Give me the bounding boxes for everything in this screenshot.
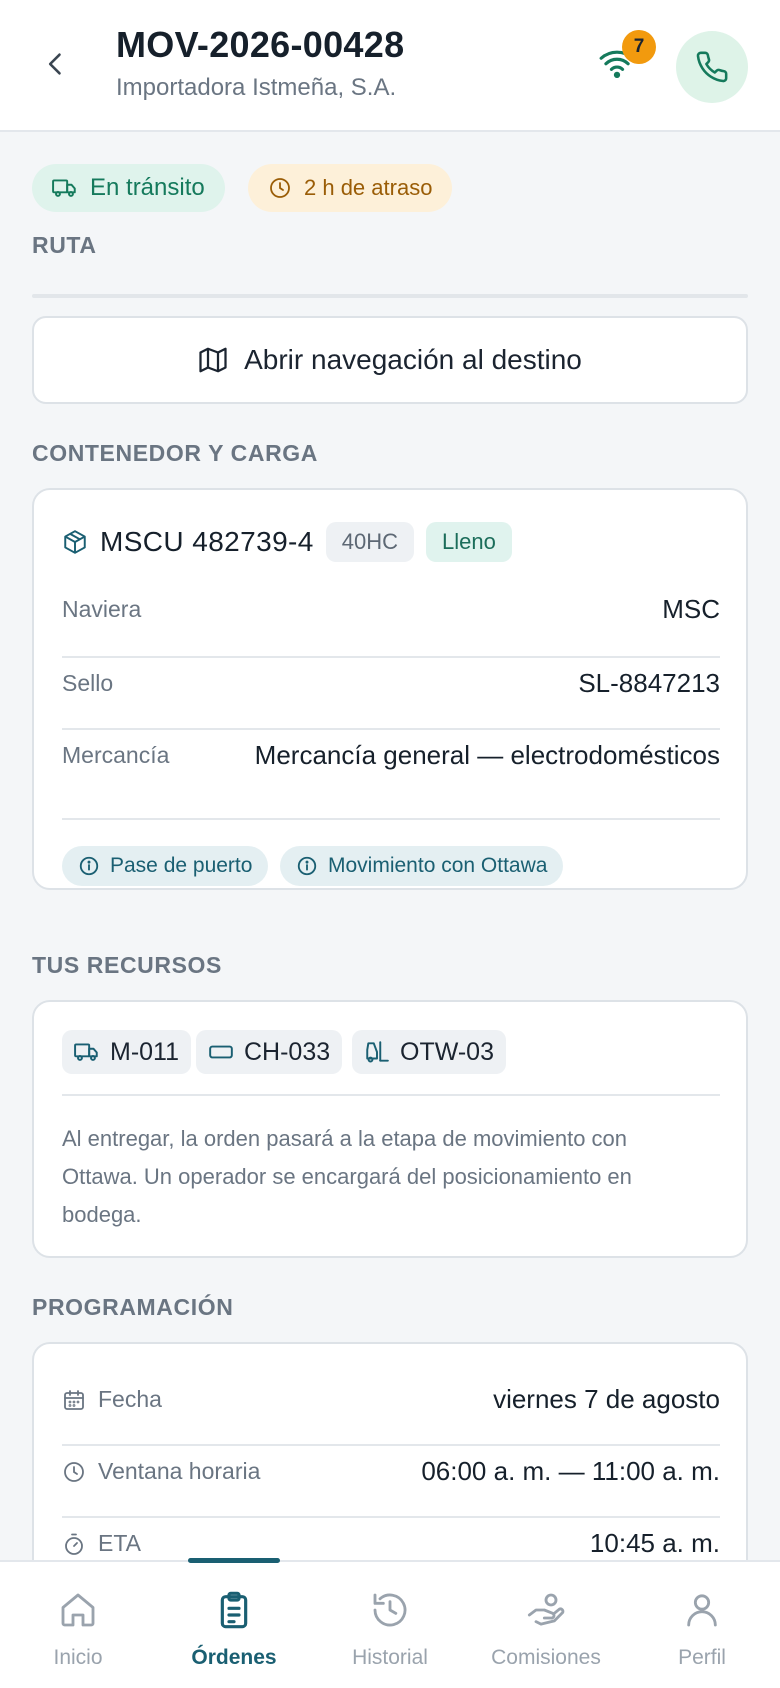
schedule-row-window: Ventana horaria 06:00 a. m. — 11:00 a. m…	[62, 1456, 720, 1487]
home-icon	[61, 1593, 95, 1627]
container-header: MSCU 482739-4 40HC Lleno	[62, 522, 512, 562]
detail-value: Mercancía general — electrodomésticos	[254, 740, 720, 770]
call-button[interactable]	[676, 31, 748, 103]
divider	[62, 1094, 720, 1096]
nav-label: Perfil	[678, 1646, 726, 1669]
nav-item-perfil[interactable]: Perfil	[624, 1562, 780, 1688]
chevron-left-icon	[48, 53, 61, 75]
section-title-resources: TUS RECURSOS	[32, 952, 222, 978]
divider	[62, 1516, 720, 1518]
status-transit-label: En tránsito	[90, 174, 205, 201]
status-delay-label: 2 h de atraso	[304, 175, 433, 200]
section-title-route: RUTA	[32, 232, 97, 258]
container-size-tag: 40HC	[325, 522, 415, 562]
nav-label: Comisiones	[491, 1646, 601, 1669]
nav-item-comisiones[interactable]: Comisiones	[468, 1562, 624, 1688]
divider	[62, 818, 720, 820]
status-badge-delay: 2 h de atraso	[248, 164, 453, 212]
chip-port-pass[interactable]: Pase de puerto	[62, 846, 269, 886]
detail-row-mercancia: Mercancía Mercancía general — electrodom…	[62, 740, 720, 771]
schedule-card: Fecha viernes 7 de agosto Ventana horari…	[32, 1342, 748, 1560]
resource-forklift: OTW-03	[352, 1030, 506, 1074]
calendar-icon	[64, 1389, 84, 1410]
history-icon	[373, 1593, 407, 1627]
box-icon	[64, 530, 86, 554]
bottom-navigation: Inicio Órdenes Historial Comisiones Perf…	[0, 1558, 780, 1688]
schedule-value: 06:00 a. m. — 11:00 a. m.	[421, 1456, 720, 1486]
chip-ottawa-movement[interactable]: Movimiento con Ottawa	[280, 846, 564, 886]
commission-icon	[527, 1593, 565, 1626]
client-name: Importadora Istmeña, S.A.	[116, 74, 397, 101]
detail-label: Sello	[62, 670, 114, 696]
chip-label: Pase de puerto	[110, 854, 253, 877]
route-divider	[32, 294, 748, 298]
clock-icon	[270, 178, 290, 198]
divider	[62, 1444, 720, 1446]
open-navigation-button[interactable]: Abrir navegación al destino	[32, 316, 748, 404]
status-badge-transit: En tránsito	[32, 164, 225, 212]
chip-label: Movimiento con Ottawa	[328, 854, 548, 877]
truck-icon	[74, 1043, 98, 1061]
detail-value: MSC	[662, 594, 720, 624]
truck-icon	[52, 179, 76, 197]
schedule-label: Fecha	[62, 1386, 162, 1413]
container-card: MSCU 482739-4 40HC Lleno Naviera MSC Sel…	[32, 488, 748, 890]
nav-label: Historial	[352, 1646, 428, 1669]
app-header: MOV-2026-00428 Importadora Istmeña, S.A.…	[0, 0, 780, 132]
schedule-label: Ventana horaria	[62, 1458, 260, 1485]
nav-item-historial[interactable]: Historial	[312, 1562, 468, 1688]
detail-label: Naviera	[62, 596, 142, 622]
schedule-row-date: Fecha viernes 7 de agosto	[62, 1384, 720, 1415]
resource-label: M-011	[110, 1037, 180, 1066]
order-detail[interactable]: En tránsito 2 h de atraso RUTA Abrir nav…	[32, 132, 748, 1560]
clock-icon	[64, 1461, 84, 1482]
resource-label: OTW-03	[400, 1037, 494, 1066]
schedule-value: viernes 7 de agosto	[493, 1384, 720, 1414]
schedule-row-eta: ETA 10:45 a. m.	[62, 1528, 720, 1559]
phone-icon	[696, 51, 728, 83]
section-title-schedule: PROGRAMACIÓN	[32, 1294, 234, 1320]
timer-icon	[65, 1533, 83, 1555]
map-icon	[199, 347, 227, 373]
resources-card: M-011 CH-033 OTW-03 Al entregar, la orde…	[32, 1000, 748, 1258]
nav-item-ordenes[interactable]: Órdenes	[156, 1562, 312, 1688]
open-navigation-label: Abrir navegación al destino	[244, 344, 582, 375]
resource-truck: M-011	[62, 1030, 192, 1074]
nav-label: Inicio	[53, 1646, 103, 1669]
page-title: MOV-2026-00428	[116, 24, 405, 65]
clipboard-icon	[220, 1591, 248, 1629]
info-icon	[79, 856, 99, 876]
forklift-icon	[366, 1041, 389, 1063]
resource-chassis: CH-033	[196, 1030, 343, 1074]
schedule-value: 10:45 a. m.	[589, 1528, 720, 1558]
section-title-container: CONTENEDOR Y CARGA	[32, 440, 318, 466]
container-state-tag: Lleno	[426, 522, 512, 562]
info-icon	[297, 856, 317, 876]
back-button[interactable]	[36, 44, 76, 84]
container-id: MSCU 482739-4	[100, 526, 314, 557]
nav-label: Órdenes	[191, 1646, 277, 1669]
resources-note: Al entregar, la orden pasará a la etapa …	[62, 1126, 632, 1227]
detail-row-sello: Sello SL-8847213	[62, 668, 720, 699]
divider	[62, 656, 720, 658]
detail-value: SL-8847213	[578, 668, 720, 698]
resource-label: CH-033	[244, 1037, 331, 1066]
divider	[62, 728, 720, 730]
chassis-icon	[209, 1045, 233, 1059]
detail-label: Mercancía	[62, 742, 170, 768]
schedule-label: ETA	[62, 1530, 141, 1557]
notification-badge: 7	[622, 30, 656, 64]
nav-item-inicio[interactable]: Inicio	[0, 1562, 156, 1688]
user-icon	[687, 1594, 717, 1627]
detail-row-naviera: Naviera MSC	[62, 594, 720, 625]
